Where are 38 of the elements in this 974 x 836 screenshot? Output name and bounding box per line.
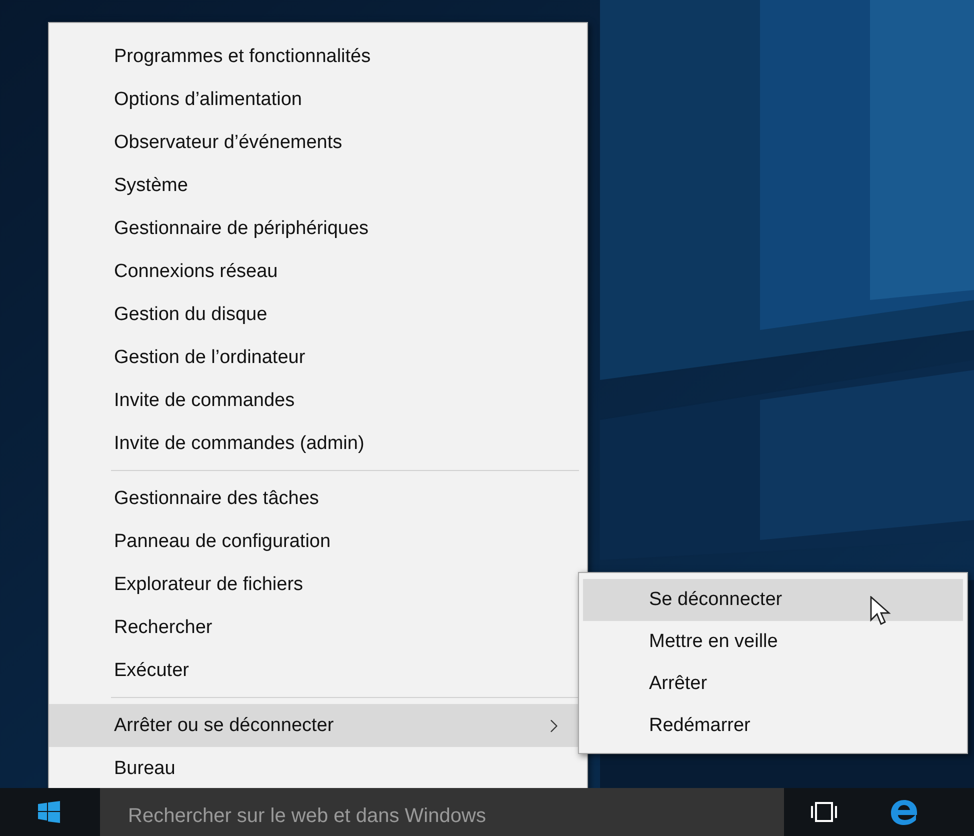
menu-item-label: Invite de commandes xyxy=(114,390,295,412)
menu-item-label: Gestion du disque xyxy=(114,304,268,326)
menu-item[interactable]: Bureau xyxy=(49,747,587,790)
menu-item-label: Options d’alimentation xyxy=(114,88,302,110)
menu-item-label: Observateur d’événements xyxy=(114,132,342,154)
menu-item[interactable]: Connexions réseau xyxy=(49,250,587,293)
menu-item[interactable]: Système xyxy=(49,164,587,207)
menu-item[interactable]: Options d’alimentation xyxy=(49,78,587,121)
menu-item-label: Programmes et fonctionnalités xyxy=(114,46,371,68)
windows-logo-icon xyxy=(38,801,60,823)
menu-item[interactable]: Invite de commandes (admin) xyxy=(49,422,587,465)
browser-icon xyxy=(889,797,919,827)
menu-item-label: Arrêter ou se déconnecter xyxy=(114,714,334,736)
menu-item-label: Gestionnaire des tâches xyxy=(114,488,319,510)
menu-item[interactable]: Mettre en veille xyxy=(583,621,963,663)
menu-item[interactable]: Gestionnaire des tâches xyxy=(49,477,587,520)
menu-item-label: Gestion de l’ordinateur xyxy=(114,346,306,368)
menu-item-label: Connexions réseau xyxy=(114,260,278,282)
menu-item[interactable]: Gestion de l’ordinateur xyxy=(49,336,587,379)
menu-item-label: Système xyxy=(114,174,188,196)
menu-item[interactable]: Gestionnaire de périphériques xyxy=(49,207,587,250)
menu-item[interactable]: Observateur d’événements xyxy=(49,121,587,164)
menu-item-label: Invite de commandes (admin) xyxy=(114,432,364,454)
task-view-icon xyxy=(811,802,837,822)
menu-item[interactable]: Gestion du disque xyxy=(49,293,587,336)
cursor-icon xyxy=(870,596,892,628)
menu-item[interactable]: Arrêter xyxy=(583,663,963,705)
menu-item[interactable]: Se déconnecter xyxy=(583,579,963,621)
menu-item[interactable]: Panneau de configuration xyxy=(49,520,587,563)
menu-item-label: Gestionnaire de périphériques xyxy=(114,218,369,240)
search-field[interactable]: Rechercher sur le web et dans Windows xyxy=(100,788,784,836)
menu-item-label: Explorateur de fichiers xyxy=(114,574,304,596)
menu-item[interactable]: Programmes et fonctionnalités xyxy=(49,35,587,78)
menu-item-label: Exécuter xyxy=(114,660,189,682)
menu-item-label: Panneau de configuration xyxy=(114,530,331,552)
menu-item[interactable]: Invite de commandes xyxy=(49,379,587,422)
menu-item-label: Bureau xyxy=(114,758,176,780)
menu-item-label: Rechercher xyxy=(114,616,212,638)
